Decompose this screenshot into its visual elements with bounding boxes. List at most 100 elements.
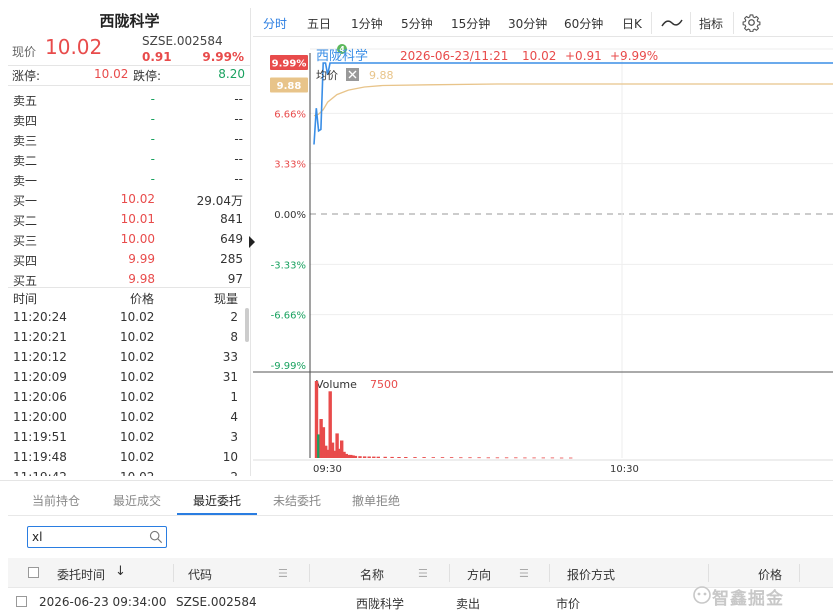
- chart-tab[interactable]: 30分钟: [508, 15, 547, 32]
- volume-bar: [431, 457, 435, 458]
- order-book-label: 卖二: [13, 154, 38, 168]
- divider: [8, 85, 250, 86]
- volume-bar: [486, 457, 490, 459]
- sort-desc-icon[interactable]: ↓: [115, 564, 126, 579]
- order-book-label: 买四: [13, 254, 38, 268]
- order-book-row[interactable]: 卖二 - --: [8, 150, 250, 170]
- tick-price: 10.02: [120, 370, 155, 384]
- chart-tab[interactable]: 分时: [263, 15, 287, 32]
- order-book-volume: 97: [227, 272, 243, 286]
- order-book-row[interactable]: 卖四 - --: [8, 110, 250, 130]
- order-book-price: -: [150, 112, 155, 126]
- order-search-input[interactable]: [32, 529, 150, 545]
- volume-bar: [413, 457, 417, 458]
- tick-volume: 8: [230, 330, 238, 344]
- tick-time: 11:19:51: [13, 430, 67, 444]
- x-tick-label: 09:30: [313, 464, 342, 475]
- row-checkbox[interactable]: [16, 596, 27, 607]
- volume-bar: [477, 457, 481, 459]
- ticks-header-time: 时间: [13, 292, 38, 306]
- limit-row: 涨停: 10.02 跌停: 8.20: [8, 66, 250, 84]
- order-book-price: -: [150, 92, 155, 106]
- tick-price: 10.02: [120, 350, 155, 364]
- col-header-code[interactable]: 代码: [188, 566, 212, 583]
- volume-bar: [376, 456, 380, 458]
- indicator-button[interactable]: 指标: [699, 15, 723, 32]
- orders-tab[interactable]: 最近委托: [193, 492, 241, 509]
- orders-tab[interactable]: 最近成交: [113, 492, 161, 509]
- order-book-price: 9.98: [128, 272, 155, 286]
- divider: [733, 12, 734, 34]
- order-book-label: 买一: [13, 194, 38, 208]
- order-book-row[interactable]: 买二 10.01 841: [8, 210, 250, 230]
- divider: [309, 564, 310, 582]
- tick-list-scrollbar[interactable]: [245, 308, 249, 342]
- column-menu-icon[interactable]: ☰: [418, 567, 428, 580]
- intraday-chart-svg[interactable]: 6.66% 3.33% 0.00% -3.33% -6.66% -9.99% 09:30 10…: [253, 38, 833, 478]
- tick-time: 11:20:21: [13, 330, 67, 344]
- order-book-volume: 841: [220, 212, 243, 226]
- tick-volume: 3: [230, 430, 238, 444]
- chart-price: 10.02: [522, 49, 556, 63]
- orders-tab[interactable]: 当前持仓: [32, 492, 80, 509]
- chart-tab[interactable]: 五日: [307, 15, 331, 32]
- search-icon[interactable]: [149, 530, 163, 544]
- tick-price: 10.02: [120, 410, 155, 424]
- order-book-row[interactable]: 买一 10.02 29.04万: [8, 190, 250, 210]
- tick-row: 11:20:06 10.02 1: [8, 388, 244, 408]
- column-menu-icon[interactable]: ☰: [278, 567, 288, 580]
- select-all-checkbox[interactable]: [28, 567, 39, 578]
- volume-bar: [372, 456, 376, 458]
- line-style-icon[interactable]: [661, 17, 683, 29]
- order-book-volume: 649: [220, 232, 243, 246]
- tick-price: 10.02: [120, 450, 155, 464]
- divider: [799, 564, 800, 582]
- chart-tab[interactable]: 1分钟: [351, 15, 383, 32]
- price-change: 0.91: [142, 50, 172, 64]
- orders-table-header: 委托时间 ↓ 代码 ☰ 名称 ☰ 方向 ☰ 报价方式 价格: [8, 558, 833, 588]
- column-menu-icon[interactable]: ☰: [519, 567, 529, 580]
- limit-up-value: 10.02: [94, 67, 129, 81]
- order-book-row[interactable]: 买四 9.99 285: [8, 250, 250, 270]
- order-book-row[interactable]: 卖三 - --: [8, 130, 250, 150]
- tick-row: 11:20:21 10.02 8: [8, 328, 244, 348]
- tick-time: 11:20:09: [13, 370, 67, 384]
- col-header-price[interactable]: 价格: [758, 566, 782, 583]
- order-book-row[interactable]: 买三 10.00 649: [8, 230, 250, 250]
- col-header-price-type[interactable]: 报价方式: [567, 566, 615, 583]
- price-tag-label: 9.99%: [272, 59, 307, 70]
- order-book-row[interactable]: 卖一 - --: [8, 170, 250, 190]
- order-book-volume: --: [234, 92, 243, 106]
- cell-name: 西陇科学: [356, 597, 405, 611]
- chart-change: +0.91: [565, 49, 602, 63]
- tick-row: 11:19:51 10.02 3: [8, 428, 244, 448]
- tick-price: 10.02: [120, 430, 155, 444]
- divider: [651, 12, 652, 34]
- intraday-chart[interactable]: 6.66% 3.33% 0.00% -3.33% -6.66% -9.99% 09:30 10…: [253, 38, 833, 478]
- order-book-row[interactable]: 卖五 - --: [8, 90, 250, 110]
- chart-tab[interactable]: 日K: [622, 15, 642, 32]
- stock-name: 西陇科学: [99, 12, 160, 30]
- orders-panel: 当前持仓 最近成交 最近委托 未结委托 撤单拒绝 委托时间 ↓ 代码 ☰ 名称 ☰ 方向…: [0, 480, 833, 616]
- tick-row: 11:20:09 10.02 31: [8, 368, 244, 388]
- volume-bar: [449, 457, 454, 458]
- ticks-header-vol: 现量: [213, 292, 238, 306]
- order-search-box[interactable]: [27, 526, 167, 548]
- current-price: 10.02: [45, 35, 103, 59]
- col-header-time[interactable]: 委托时间: [57, 566, 105, 583]
- volume-bar: [459, 457, 463, 459]
- chart-tab[interactable]: 60分钟: [564, 15, 603, 32]
- order-book-volume: --: [234, 152, 243, 166]
- orders-tab[interactable]: 未结委托: [273, 492, 321, 509]
- col-header-name[interactable]: 名称: [360, 566, 384, 583]
- order-book-price: 10.00: [120, 232, 155, 246]
- gear-icon[interactable]: [742, 13, 761, 32]
- volume-label: Volume: [316, 378, 357, 391]
- chart-tab[interactable]: 5分钟: [401, 15, 433, 32]
- order-book-price: 10.01: [120, 212, 155, 226]
- order-book-price: -: [150, 152, 155, 166]
- col-header-direction[interactable]: 方向: [467, 566, 491, 583]
- orders-tab[interactable]: 撤单拒绝: [352, 492, 400, 509]
- chart-tab[interactable]: 15分钟: [451, 15, 490, 32]
- divider: [8, 515, 833, 516]
